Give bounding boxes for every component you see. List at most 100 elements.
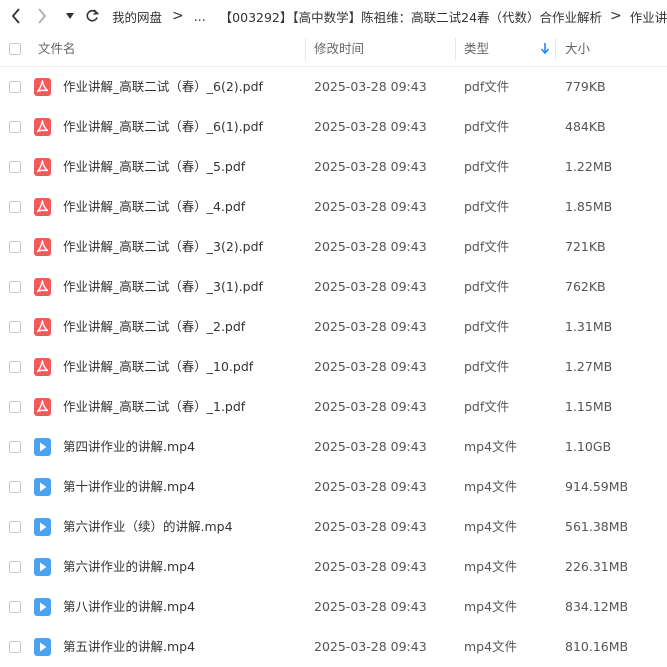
forward-button[interactable] [30,0,54,32]
breadcrumb-ellipsis[interactable]: ... [194,9,206,24]
row-checkbox[interactable] [9,281,21,293]
column-divider[interactable] [455,38,456,60]
row-checkbox[interactable] [9,441,21,453]
select-all-checkbox[interactable] [9,43,21,55]
file-name[interactable]: 作业讲解_高联二试（春）_1.pdf [63,387,245,427]
row-checkbox[interactable] [9,481,21,493]
file-name[interactable]: 作业讲解_高联二试（春）_5.pdf [63,147,245,187]
breadcrumb-item-current[interactable]: 作业讲解 [630,7,667,26]
file-row[interactable]: 作业讲解_高联二试（春）_1.pdf 2025-03-28 09:43 pdf文件 1… [0,387,667,427]
file-name[interactable]: 作业讲解_高联二试（春）_2.pdf [63,307,245,347]
column-divider[interactable] [555,38,556,60]
file-name[interactable]: 作业讲解_高联二试（春）_4.pdf [63,187,245,227]
caret-down-icon [66,13,74,19]
file-row[interactable]: 作业讲解_高联二试（春）_4.pdf 2025-03-28 09:43 pdf文件 1… [0,187,667,227]
row-checkbox[interactable] [9,401,21,413]
file-type: pdf文件 [464,199,510,214]
row-checkbox[interactable] [9,361,21,373]
column-header-type[interactable]: 类型 [464,32,489,66]
file-type: mp4文件 [464,479,518,494]
file-list-header: 文件名 修改时间 类型 大小 [0,32,667,67]
file-name[interactable]: 作业讲解_高联二试（春）_6(2).pdf [63,67,263,107]
file-name[interactable]: 作业讲解_高联二试（春）_6(1).pdf [63,107,263,147]
file-name[interactable]: 第八讲作业的讲解.mp4 [63,587,195,627]
row-checkbox[interactable] [9,241,21,253]
breadcrumb-separator-icon: > [610,8,622,24]
file-row[interactable]: 第六讲作业（续）的讲解.mp4 2025-03-28 09:43 mp4文件 561.… [0,507,667,547]
file-type: pdf文件 [464,319,510,334]
video-icon [34,478,51,496]
file-name[interactable]: 作业讲解_高联二试（春）_3(2).pdf [63,227,263,267]
row-checkbox[interactable] [9,161,21,173]
row-checkbox[interactable] [9,321,21,333]
file-type: pdf文件 [464,399,510,414]
file-size: 1.85MB [565,199,613,214]
file-name[interactable]: 作业讲解_高联二试（春）_10.pdf [63,347,253,387]
sort-descending-icon[interactable] [540,43,550,55]
column-header-size[interactable]: 大小 [565,32,590,66]
file-type: mp4文件 [464,599,518,614]
file-row[interactable]: 第四讲作业的讲解.mp4 2025-03-28 09:43 mp4文件 1.10GB [0,427,667,467]
file-type: mp4文件 [464,559,518,574]
refresh-button[interactable] [82,0,102,32]
file-modified: 2025-03-28 09:43 [314,79,427,94]
file-row[interactable]: 作业讲解_高联二试（春）_6(2).pdf 2025-03-28 09:43 pdf… [0,67,667,107]
row-checkbox[interactable] [9,601,21,613]
file-row[interactable]: 作业讲解_高联二试（春）_5.pdf 2025-03-28 09:43 pdf文件 1… [0,147,667,187]
history-dropdown-button[interactable] [60,0,80,32]
file-modified: 2025-03-28 09:43 [314,239,427,254]
file-row[interactable]: 第八讲作业的讲解.mp4 2025-03-28 09:43 mp4文件 834.12M… [0,587,667,627]
file-list: 作业讲解_高联二试（春）_6(2).pdf 2025-03-28 09:43 pdf… [0,67,667,667]
file-name[interactable]: 第六讲作业的讲解.mp4 [63,547,195,587]
breadcrumb-item-course[interactable]: 【003292】【高中数学】陈祖维：高联二试24春（代数）合作业解析 [220,7,602,26]
file-size: 914.59MB [565,479,629,494]
file-name[interactable]: 第十讲作业的讲解.mp4 [63,467,195,507]
file-size: 834.12MB [565,599,629,614]
row-checkbox[interactable] [9,561,21,573]
file-row[interactable]: 作业讲解_高联二试（春）_3(2).pdf 2025-03-28 09:43 pdf… [0,227,667,267]
file-row[interactable]: 作业讲解_高联二试（春）_3(1).pdf 2025-03-28 09:43 pdf… [0,267,667,307]
file-modified: 2025-03-28 09:43 [314,399,427,414]
refresh-icon [86,9,99,22]
file-row[interactable]: 第六讲作业的讲解.mp4 2025-03-28 09:43 mp4文件 226.31M… [0,547,667,587]
column-header-modified[interactable]: 修改时间 [314,32,364,66]
file-row[interactable]: 作业讲解_高联二试（春）_10.pdf 2025-03-28 09:43 pdf文件… [0,347,667,387]
chevron-right-icon [38,8,47,24]
chevron-left-icon [11,8,20,24]
file-name[interactable]: 作业讲解_高联二试（春）_3(1).pdf [63,267,263,307]
file-row[interactable]: 第五讲作业的讲解.mp4 2025-03-28 09:43 mp4文件 810.16M… [0,627,667,667]
video-icon [34,598,51,616]
file-size: 779KB [565,79,606,94]
back-button[interactable] [4,0,28,32]
row-checkbox[interactable] [9,641,21,653]
column-divider[interactable] [305,38,306,60]
breadcrumb-item-root[interactable]: 我的网盘 [112,7,162,26]
file-size: 484KB [565,119,606,134]
row-checkbox[interactable] [9,521,21,533]
file-name[interactable]: 第六讲作业（续）的讲解.mp4 [63,507,233,547]
row-checkbox[interactable] [9,81,21,93]
file-type: mp4文件 [464,519,518,534]
file-modified: 2025-03-28 09:43 [314,479,427,494]
row-checkbox[interactable] [9,121,21,133]
row-checkbox[interactable] [9,201,21,213]
file-modified: 2025-03-28 09:43 [314,199,427,214]
file-row[interactable]: 作业讲解_高联二试（春）_2.pdf 2025-03-28 09:43 pdf文件 1… [0,307,667,347]
file-size: 1.10GB [565,439,612,454]
pdf-icon [34,238,51,256]
file-name[interactable]: 第四讲作业的讲解.mp4 [63,427,195,467]
column-header-name[interactable]: 文件名 [38,32,76,66]
pdf-icon [34,158,51,176]
file-row[interactable]: 第十讲作业的讲解.mp4 2025-03-28 09:43 mp4文件 914.59M… [0,467,667,507]
file-row[interactable]: 作业讲解_高联二试（春）_6(1).pdf 2025-03-28 09:43 pdf… [0,107,667,147]
file-type: pdf文件 [464,159,510,174]
pdf-icon [34,358,51,376]
file-modified: 2025-03-28 09:43 [314,519,427,534]
pdf-icon [34,78,51,96]
file-type: pdf文件 [464,119,510,134]
file-modified: 2025-03-28 09:43 [314,119,427,134]
file-type: pdf文件 [464,239,510,254]
file-modified: 2025-03-28 09:43 [314,159,427,174]
file-name[interactable]: 第五讲作业的讲解.mp4 [63,627,195,667]
file-type: pdf文件 [464,279,510,294]
